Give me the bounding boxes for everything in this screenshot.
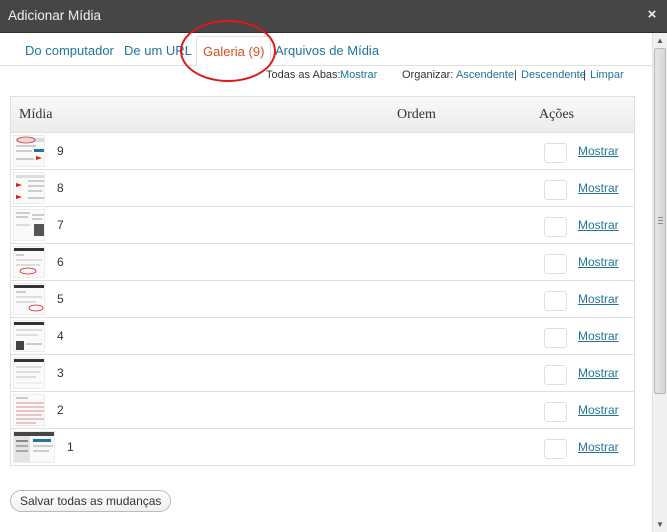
table-row: 8 Mostrar <box>11 170 634 207</box>
media-thumbnail <box>13 320 45 352</box>
media-number: 1 <box>67 440 74 454</box>
separator: | <box>514 69 517 81</box>
media-dialog-content: Do computador De um URL Galeria (9) Arqu… <box>0 33 652 532</box>
table-row: 4 Mostrar <box>11 318 634 355</box>
table-row: 5 Mostrar <box>11 281 634 318</box>
table-row: 1 Mostrar <box>11 429 634 466</box>
media-number: 6 <box>57 255 64 269</box>
media-number: 8 <box>57 181 64 195</box>
scroll-up-icon[interactable]: ▲ <box>653 33 667 48</box>
order-input[interactable] <box>544 291 567 311</box>
table-row: 7 Mostrar <box>11 207 634 244</box>
media-table: Mídia Ordem Ações 9 Mostrar 8 Mostrar 7 <box>10 96 635 466</box>
media-thumbnail <box>13 135 45 167</box>
tab-media-library[interactable]: Arquivos de Mídia <box>275 43 379 58</box>
media-thumbnail <box>13 431 55 463</box>
order-input[interactable] <box>544 402 567 422</box>
order-input[interactable] <box>544 328 567 348</box>
media-tabs: Do computador De um URL Galeria (9) Arqu… <box>0 33 652 67</box>
order-input[interactable] <box>544 143 567 163</box>
order-input[interactable] <box>544 254 567 274</box>
show-link[interactable]: Mostrar <box>578 440 619 454</box>
order-input[interactable] <box>544 217 567 237</box>
show-link[interactable]: Mostrar <box>578 218 619 232</box>
clear-sort-link[interactable]: Limpar <box>590 69 624 81</box>
order-input[interactable] <box>544 365 567 385</box>
tab-from-url[interactable]: De um URL <box>124 43 192 58</box>
save-all-changes-button[interactable]: Salvar todas as mudanças <box>10 490 172 512</box>
table-row: 2 Mostrar <box>11 392 634 429</box>
column-actions: Ações <box>539 107 574 122</box>
media-number: 5 <box>57 292 64 306</box>
media-thumbnail <box>13 246 45 278</box>
column-order: Ordem <box>397 107 436 122</box>
table-row: 3 Mostrar <box>11 355 634 392</box>
media-number: 3 <box>57 366 64 380</box>
vertical-scrollbar[interactable]: ▲ ▼ <box>652 33 667 532</box>
sort-label: Organizar: <box>402 69 454 81</box>
grip-icon <box>658 217 663 224</box>
sort-descending-link[interactable]: Descendente <box>521 69 586 81</box>
tab-gallery[interactable]: Galeria (9) <box>196 36 272 67</box>
show-link[interactable]: Mostrar <box>578 292 619 306</box>
window-titlebar: Adicionar Mídia × <box>0 0 667 33</box>
gallery-filters: Todas as Abas: Mostrar Organizar: Ascend… <box>0 69 652 87</box>
show-link[interactable]: Mostrar <box>578 366 619 380</box>
tab-from-computer[interactable]: Do computador <box>25 43 114 58</box>
media-thumbnail <box>13 209 45 241</box>
separator: | <box>583 69 586 81</box>
media-number: 4 <box>57 329 64 343</box>
show-all-link[interactable]: Mostrar <box>340 69 377 81</box>
show-link[interactable]: Mostrar <box>578 329 619 343</box>
close-icon[interactable]: × <box>645 7 659 22</box>
order-input[interactable] <box>544 439 567 459</box>
sort-ascending-link[interactable]: Ascendente <box>456 69 514 81</box>
all-tabs-label: Todas as Abas: <box>266 69 341 81</box>
media-thumbnail <box>13 357 45 389</box>
scroll-down-icon[interactable]: ▼ <box>653 517 667 532</box>
show-link[interactable]: Mostrar <box>578 144 619 158</box>
table-header: Mídia Ordem Ações <box>11 97 634 133</box>
show-link[interactable]: Mostrar <box>578 403 619 417</box>
media-number: 2 <box>57 403 64 417</box>
window-title: Adicionar Mídia <box>8 8 102 23</box>
table-row: 9 Mostrar <box>11 133 634 170</box>
media-thumbnail <box>13 283 45 315</box>
media-number: 7 <box>57 218 64 232</box>
media-number: 9 <box>57 144 64 158</box>
show-link[interactable]: Mostrar <box>578 181 619 195</box>
table-row: 6 Mostrar <box>11 244 634 281</box>
scrollbar-thumb[interactable] <box>654 48 666 394</box>
column-media: Mídia <box>19 107 53 122</box>
show-link[interactable]: Mostrar <box>578 255 619 269</box>
media-thumbnail <box>13 394 45 426</box>
media-thumbnail <box>13 172 45 204</box>
order-input[interactable] <box>544 180 567 200</box>
